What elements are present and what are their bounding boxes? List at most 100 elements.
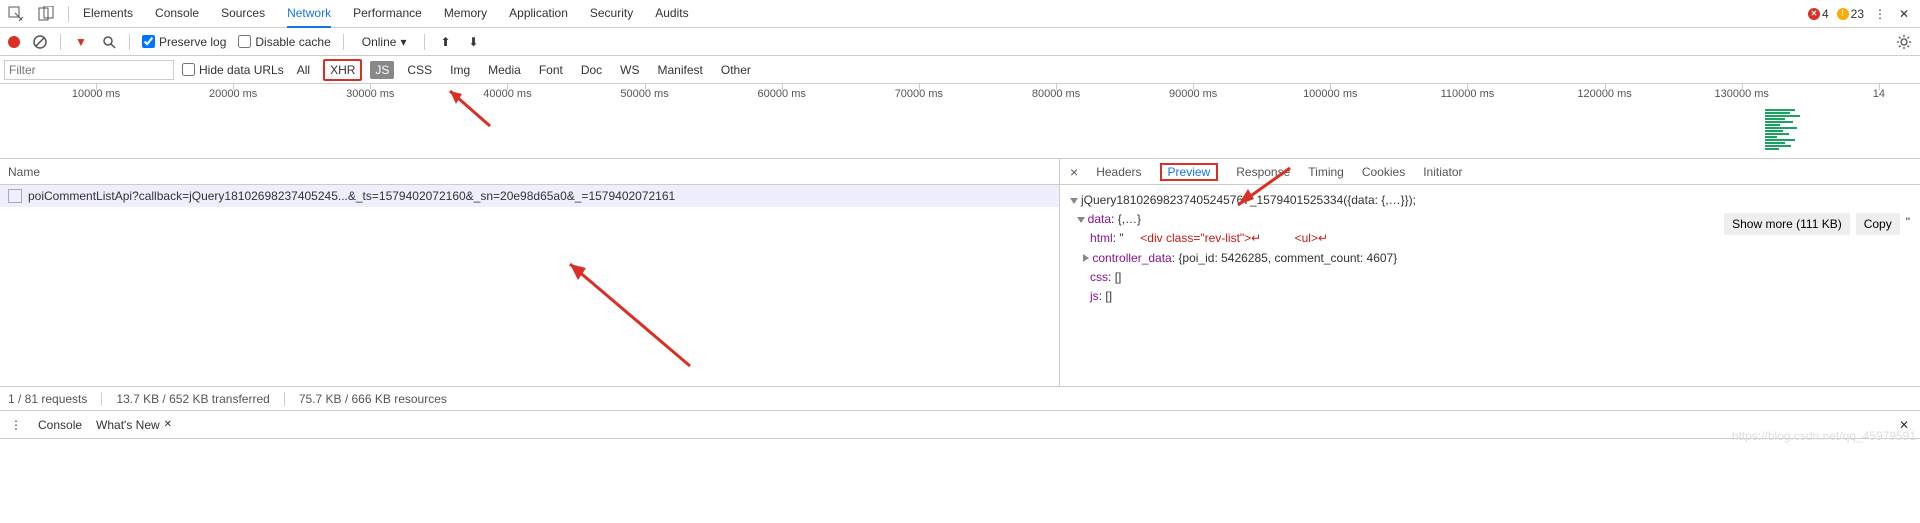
preview-val-css: [] (1115, 270, 1122, 284)
filter-img[interactable]: Img (445, 61, 475, 79)
filter-font[interactable]: Font (534, 61, 568, 79)
chevron-down-icon: ▾ (400, 35, 406, 49)
panes: Name poiCommentListApi?callback=jQuery18… (0, 159, 1920, 387)
divider (424, 34, 425, 50)
kebab-icon[interactable]: ⋮ (1872, 6, 1888, 22)
search-icon[interactable] (101, 34, 117, 50)
filter-icon[interactable]: ▼ (73, 34, 89, 50)
filter-ws[interactable]: WS (615, 61, 644, 79)
tab-audits[interactable]: Audits (655, 0, 688, 28)
status-requests: 1 / 81 requests (8, 392, 87, 406)
preview-key-controller: controller_data (1092, 251, 1171, 265)
timeline-overview[interactable]: 10000 ms20000 ms30000 ms40000 ms50000 ms… (0, 84, 1920, 159)
preview-html-snippet1: <div class="rev-list">↵ (1140, 231, 1261, 245)
throttle-label: Online (362, 35, 397, 49)
request-name: poiCommentListApi?callback=jQuery1810269… (28, 189, 675, 203)
copy-button[interactable]: Copy (1856, 213, 1900, 235)
tab-cookies[interactable]: Cookies (1362, 161, 1405, 183)
filter-other[interactable]: Other (716, 61, 756, 79)
divider (343, 34, 344, 50)
drawer: ⋮ Console What's New ✕ ✕ (0, 411, 1920, 439)
upload-icon[interactable]: ⬆ (437, 34, 453, 50)
filter-bar: Hide data URLs All XHR JS CSS Img Media … (0, 56, 1920, 84)
tab-response[interactable]: Response (1236, 161, 1290, 183)
filter-js[interactable]: JS (370, 61, 394, 79)
tab-security[interactable]: Security (590, 0, 633, 28)
preview-key-css: css (1090, 270, 1108, 284)
tab-memory[interactable]: Memory (444, 0, 487, 28)
preview-val-controller: {poi_id: 5426285, comment_count: 4607} (1178, 251, 1397, 265)
divider (129, 34, 130, 50)
tab-application[interactable]: Application (509, 0, 568, 28)
error-count-value: 4 (1822, 7, 1829, 21)
request-row[interactable]: poiCommentListApi?callback=jQuery1810269… (0, 185, 1059, 207)
filter-input[interactable] (4, 60, 174, 80)
divider (284, 392, 285, 406)
main-tab-strip: Elements Console Sources Network Perform… (0, 0, 1920, 28)
disable-cache-checkbox[interactable]: Disable cache (238, 35, 330, 49)
preview-html-snippet2: <ul>↵ (1295, 231, 1328, 245)
tab-network[interactable]: Network (287, 0, 331, 28)
preview-val-js: [] (1105, 289, 1112, 303)
inspect-icon[interactable] (8, 6, 24, 22)
tab-timing[interactable]: Timing (1308, 161, 1344, 183)
warn-count[interactable]: !23 (1837, 7, 1864, 21)
column-header-name[interactable]: Name (0, 159, 1059, 185)
device-icon[interactable] (38, 6, 54, 22)
preview-key-data: data (1088, 212, 1111, 226)
status-bar: 1 / 81 requests 13.7 KB / 652 KB transfe… (0, 387, 1920, 411)
clear-icon[interactable] (32, 34, 48, 50)
hide-urls-checkbox[interactable]: Hide data URLs (182, 63, 284, 77)
hide-urls-label: Hide data URLs (199, 63, 284, 77)
trail-quote: " (1906, 213, 1910, 235)
divider (101, 392, 102, 406)
kebab-icon[interactable]: ⋮ (8, 417, 24, 433)
watermark: https://blog.csdn.net/qq_45979591 (1732, 429, 1916, 443)
network-toolbar: ▼ Preserve log Disable cache Online▾ ⬆ ⬇ (0, 28, 1920, 56)
status-transferred: 13.7 KB / 652 KB transferred (116, 392, 269, 406)
error-count[interactable]: ✕4 (1808, 7, 1829, 21)
divider (68, 6, 69, 22)
tab-elements[interactable]: Elements (83, 0, 133, 28)
close-icon[interactable]: ✕ (1896, 6, 1912, 22)
preview-val-data: {,…} (1118, 212, 1141, 226)
drawer-console-label: Console (38, 418, 82, 432)
filter-manifest[interactable]: Manifest (653, 61, 708, 79)
waterfall-bars (1765, 109, 1800, 150)
tab-preview[interactable]: Preview (1168, 161, 1211, 183)
preserve-log-label: Preserve log (159, 35, 226, 49)
divider (60, 34, 61, 50)
record-icon[interactable] (8, 36, 20, 48)
throttle-select[interactable]: Online▾ (356, 35, 413, 49)
close-detail-icon[interactable]: × (1070, 164, 1078, 180)
drawer-whatsnew-label: What's New (96, 418, 160, 432)
show-more-button[interactable]: Show more (111 KB) (1724, 213, 1850, 235)
tab-sources[interactable]: Sources (221, 0, 265, 28)
preview-line-root: jQuery18102698237405245767_1579401525334… (1081, 193, 1416, 207)
preview-body[interactable]: jQuery18102698237405245767_1579401525334… (1060, 185, 1920, 312)
close-icon[interactable]: ✕ (164, 419, 172, 430)
preserve-log-checkbox[interactable]: Preserve log (142, 35, 226, 49)
filter-all[interactable]: All (292, 61, 315, 79)
drawer-tab-whatsnew[interactable]: What's New ✕ (96, 418, 172, 432)
filter-media[interactable]: Media (483, 61, 526, 79)
gear-icon[interactable] (1896, 34, 1912, 50)
drawer-tab-console[interactable]: Console (38, 418, 82, 432)
request-list: Name poiCommentListApi?callback=jQuery18… (0, 159, 1060, 386)
download-icon[interactable]: ⬇ (465, 34, 481, 50)
warn-count-value: 23 (1851, 7, 1864, 21)
tab-headers[interactable]: Headers (1096, 161, 1141, 183)
filter-css[interactable]: CSS (402, 61, 437, 79)
filter-doc[interactable]: Doc (576, 61, 607, 79)
preview-val-html: " (1119, 231, 1123, 245)
filter-xhr[interactable]: XHR (323, 59, 362, 81)
preview-key-html: html (1090, 231, 1113, 245)
tab-console[interactable]: Console (155, 0, 199, 28)
detail-pane: × Headers Preview Response Timing Cookie… (1060, 159, 1920, 386)
main-tabs: Elements Console Sources Network Perform… (83, 0, 1794, 28)
tab-initiator[interactable]: Initiator (1423, 161, 1462, 183)
file-icon (8, 189, 22, 203)
preview-key-js: js (1090, 289, 1099, 303)
tab-performance[interactable]: Performance (353, 0, 422, 28)
status-resources: 75.7 KB / 666 KB resources (299, 392, 447, 406)
